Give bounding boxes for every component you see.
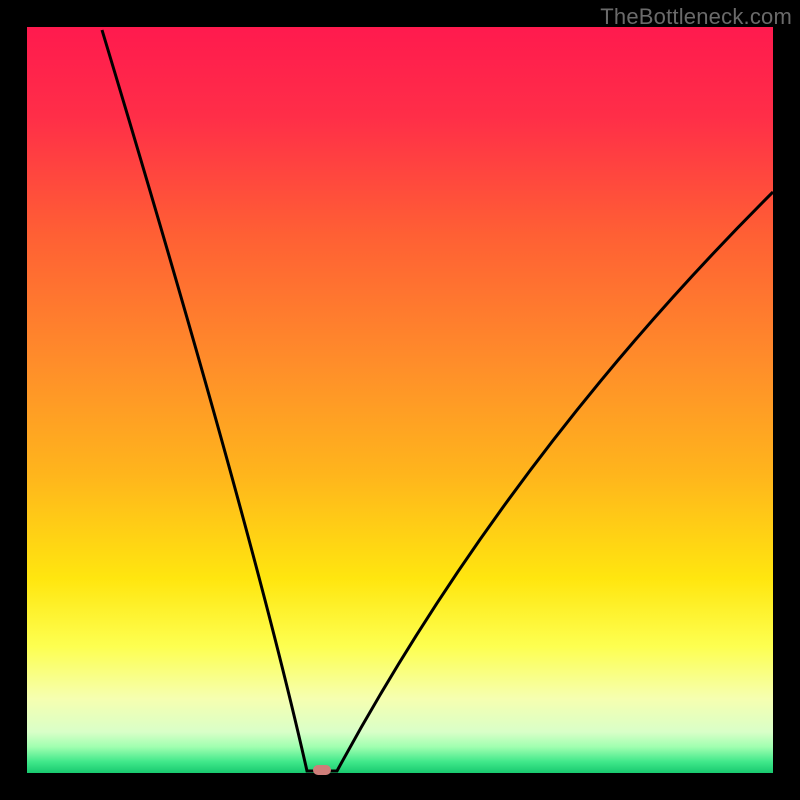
bottleneck-curve: [27, 27, 773, 773]
optimal-point-marker: [313, 765, 331, 775]
plot-area: [27, 27, 773, 773]
watermark-text: TheBottleneck.com: [600, 4, 792, 30]
curve-path: [102, 30, 773, 771]
